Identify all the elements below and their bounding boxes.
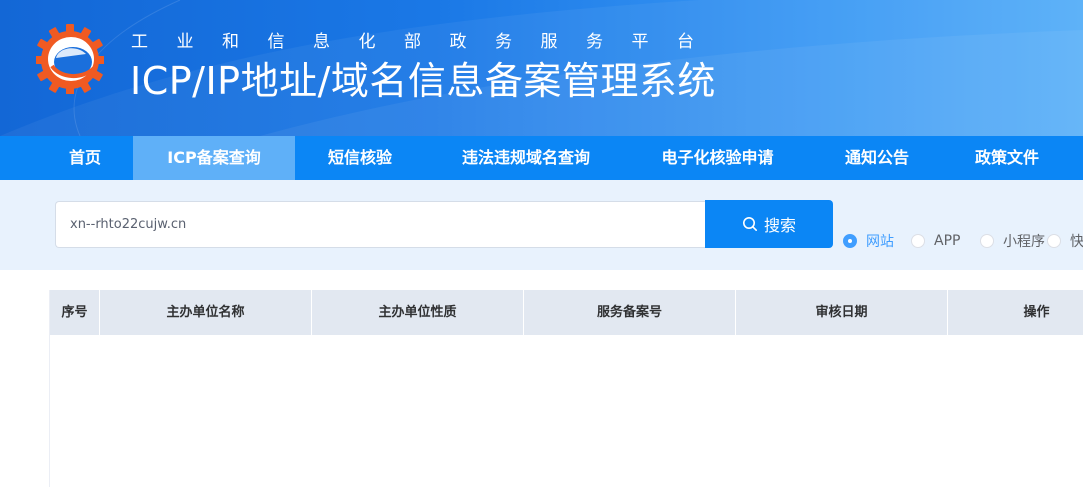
site-header: 工业和信息化部政务服务平台 ICP/IP地址/域名信息备案管理系统 [0, 0, 1083, 136]
radio-app[interactable]: APP [911, 232, 960, 250]
nav-item-icp-query[interactable]: ICP备案查询 [133, 136, 295, 180]
radio-dot [1047, 234, 1061, 248]
radio-label: APP [934, 233, 961, 249]
org-name: 工业和信息化部政务服务平台 [131, 32, 723, 52]
column-header-actions: 操作 [948, 290, 1083, 335]
search-button-label: 搜索 [763, 216, 796, 235]
radio-label: 小程序 [1003, 234, 1045, 250]
radio-quick-app[interactable]: 快 [1047, 232, 1083, 250]
radio-dot [843, 234, 857, 248]
column-header-audit-date: 审核日期 [736, 290, 948, 335]
search-button[interactable]: 搜索 [705, 200, 833, 248]
main-nav: 首页 ICP备案查询 短信核验 违法违规域名查询 电子化核验申请 通知公告 政策… [0, 136, 1083, 180]
results-table: 序号 主办单位名称 主办单位性质 服务备案号 审核日期 操作 [49, 290, 1083, 487]
column-header-org-type: 主办单位性质 [312, 290, 524, 335]
nav-item-home[interactable]: 首页 [43, 136, 127, 180]
search-section: 搜索 网站 APP 小程序 快 [0, 180, 1083, 270]
search-icon [742, 217, 757, 231]
search-input[interactable] [55, 201, 705, 248]
system-title: ICP/IP地址/域名信息备案管理系统 [130, 59, 716, 103]
radio-label: 快 [1070, 234, 1083, 250]
radio-mini-program[interactable]: 小程序 [980, 232, 1045, 250]
table-header: 序号 主办单位名称 主办单位性质 服务备案号 审核日期 操作 [50, 290, 1083, 335]
column-header-org-name: 主办单位名称 [100, 290, 312, 335]
radio-dot [911, 234, 925, 248]
radio-label: 网站 [866, 234, 894, 250]
radio-dot [980, 234, 994, 248]
column-header-license-no: 服务备案号 [524, 290, 736, 335]
nav-item-e-verify[interactable]: 电子化核验申请 [640, 136, 795, 180]
radio-website[interactable]: 网站 [843, 232, 894, 250]
nav-item-policies[interactable]: 政策文件 [952, 136, 1062, 180]
ministry-logo-icon [36, 24, 104, 94]
column-header-index: 序号 [50, 290, 100, 335]
nav-item-notices[interactable]: 通知公告 [822, 136, 932, 180]
nav-item-sms-verify[interactable]: 短信核验 [305, 136, 415, 180]
nav-item-illegal-domain[interactable]: 违法违规域名查询 [438, 136, 614, 180]
